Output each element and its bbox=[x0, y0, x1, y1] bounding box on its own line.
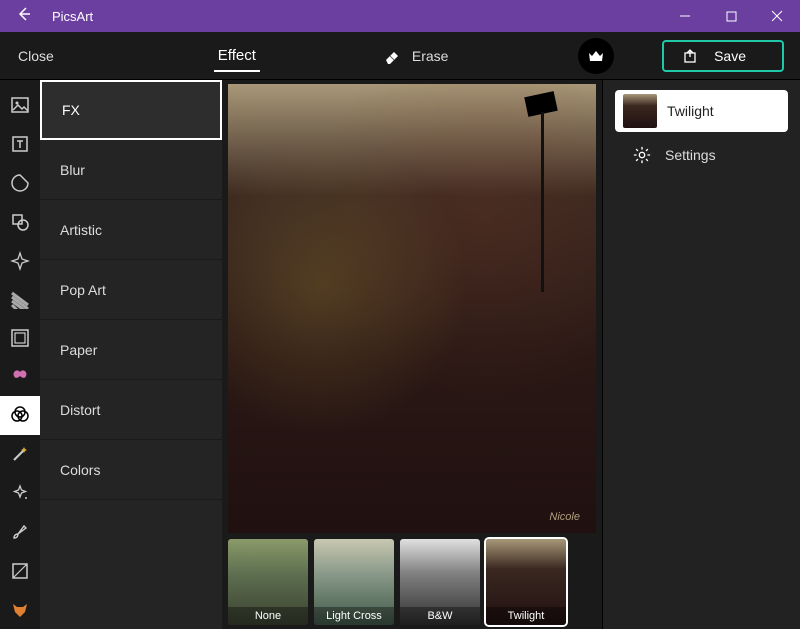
crown-icon bbox=[587, 47, 605, 65]
sticker-icon bbox=[10, 173, 30, 193]
preview-signature: Nicole bbox=[549, 511, 580, 523]
eraser-icon bbox=[382, 46, 402, 66]
tab-effect[interactable]: Effect bbox=[202, 32, 272, 80]
rail-image[interactable] bbox=[0, 86, 40, 125]
minimize-icon bbox=[679, 10, 691, 22]
category-blur[interactable]: Blur bbox=[40, 140, 222, 200]
rail-brush[interactable] bbox=[0, 513, 40, 552]
category-distort[interactable]: Distort bbox=[40, 380, 222, 440]
category-paper[interactable]: Paper bbox=[40, 320, 222, 380]
effect-thumbnails: None Light Cross B&W Twilight bbox=[228, 539, 596, 625]
rail-text[interactable] bbox=[0, 125, 40, 164]
close-button[interactable]: Close bbox=[0, 48, 72, 64]
pattern-icon bbox=[10, 289, 30, 309]
rail-frame[interactable] bbox=[0, 319, 40, 358]
maximize-icon bbox=[726, 11, 737, 22]
rail-sticker[interactable] bbox=[0, 164, 40, 203]
category-fx[interactable]: FX bbox=[40, 80, 222, 140]
close-icon bbox=[771, 10, 783, 22]
fox-icon bbox=[10, 600, 30, 620]
current-filter-chip[interactable]: Twilight bbox=[615, 90, 788, 132]
preview-detail bbox=[541, 112, 544, 292]
erase-label: Erase bbox=[412, 48, 449, 64]
thumb-none[interactable]: None bbox=[228, 539, 308, 625]
rail-butterfly[interactable] bbox=[0, 357, 40, 396]
rail-magic[interactable] bbox=[0, 435, 40, 474]
rail-sparkle[interactable] bbox=[0, 241, 40, 280]
window-minimize-button[interactable] bbox=[662, 0, 708, 32]
effect-category-list: FX Blur Artistic Pop Art Paper Distort C… bbox=[40, 80, 222, 629]
crop-icon bbox=[10, 561, 30, 581]
arrow-left-icon bbox=[16, 6, 32, 22]
window-titlebar: PicsArt bbox=[0, 0, 800, 32]
thumb-twilight[interactable]: Twilight bbox=[486, 539, 566, 625]
frame-icon bbox=[10, 328, 30, 348]
filter-chip-label: Twilight bbox=[667, 103, 714, 119]
app-title: PicsArt bbox=[48, 9, 662, 24]
save-label: Save bbox=[714, 48, 746, 64]
rail-shape[interactable] bbox=[0, 202, 40, 241]
thumb-light-cross[interactable]: Light Cross bbox=[314, 539, 394, 625]
main-area: FX Blur Artistic Pop Art Paper Distort C… bbox=[0, 80, 800, 629]
magic-wand-icon bbox=[10, 444, 30, 464]
settings-button[interactable]: Settings bbox=[615, 146, 788, 164]
brush-icon bbox=[10, 522, 30, 542]
top-toolbar: Close Effect Erase Save bbox=[0, 32, 800, 80]
canvas-area: Nicole None Light Cross B&W Twilight bbox=[222, 80, 602, 629]
window-maximize-button[interactable] bbox=[708, 0, 754, 32]
rail-enhance[interactable] bbox=[0, 474, 40, 513]
save-button[interactable]: Save bbox=[662, 40, 784, 72]
thumb-bw[interactable]: B&W bbox=[400, 539, 480, 625]
image-icon bbox=[10, 95, 30, 115]
category-colors[interactable]: Colors bbox=[40, 440, 222, 500]
rail-fox[interactable] bbox=[0, 590, 40, 629]
rail-adjust[interactable] bbox=[0, 396, 40, 435]
filter-chip-thumbnail bbox=[623, 94, 657, 128]
adjust-icon bbox=[10, 406, 30, 426]
category-pop-art[interactable]: Pop Art bbox=[40, 260, 222, 320]
properties-panel: Twilight Settings bbox=[602, 80, 800, 629]
rail-pattern[interactable] bbox=[0, 280, 40, 319]
share-icon bbox=[682, 48, 698, 64]
gear-icon bbox=[633, 146, 651, 164]
window-close-button[interactable] bbox=[754, 0, 800, 32]
back-button[interactable] bbox=[0, 6, 48, 27]
premium-button[interactable] bbox=[578, 38, 614, 74]
text-icon bbox=[10, 134, 30, 154]
settings-label: Settings bbox=[665, 147, 716, 163]
enhance-icon bbox=[10, 483, 30, 503]
rail-crop[interactable] bbox=[0, 551, 40, 590]
erase-button[interactable]: Erase bbox=[362, 46, 469, 66]
image-preview[interactable]: Nicole bbox=[228, 84, 596, 533]
sparkle-icon bbox=[10, 251, 30, 271]
tool-rail bbox=[0, 80, 40, 629]
butterfly-icon bbox=[10, 367, 30, 387]
shape-icon bbox=[10, 212, 30, 232]
category-artistic[interactable]: Artistic bbox=[40, 200, 222, 260]
